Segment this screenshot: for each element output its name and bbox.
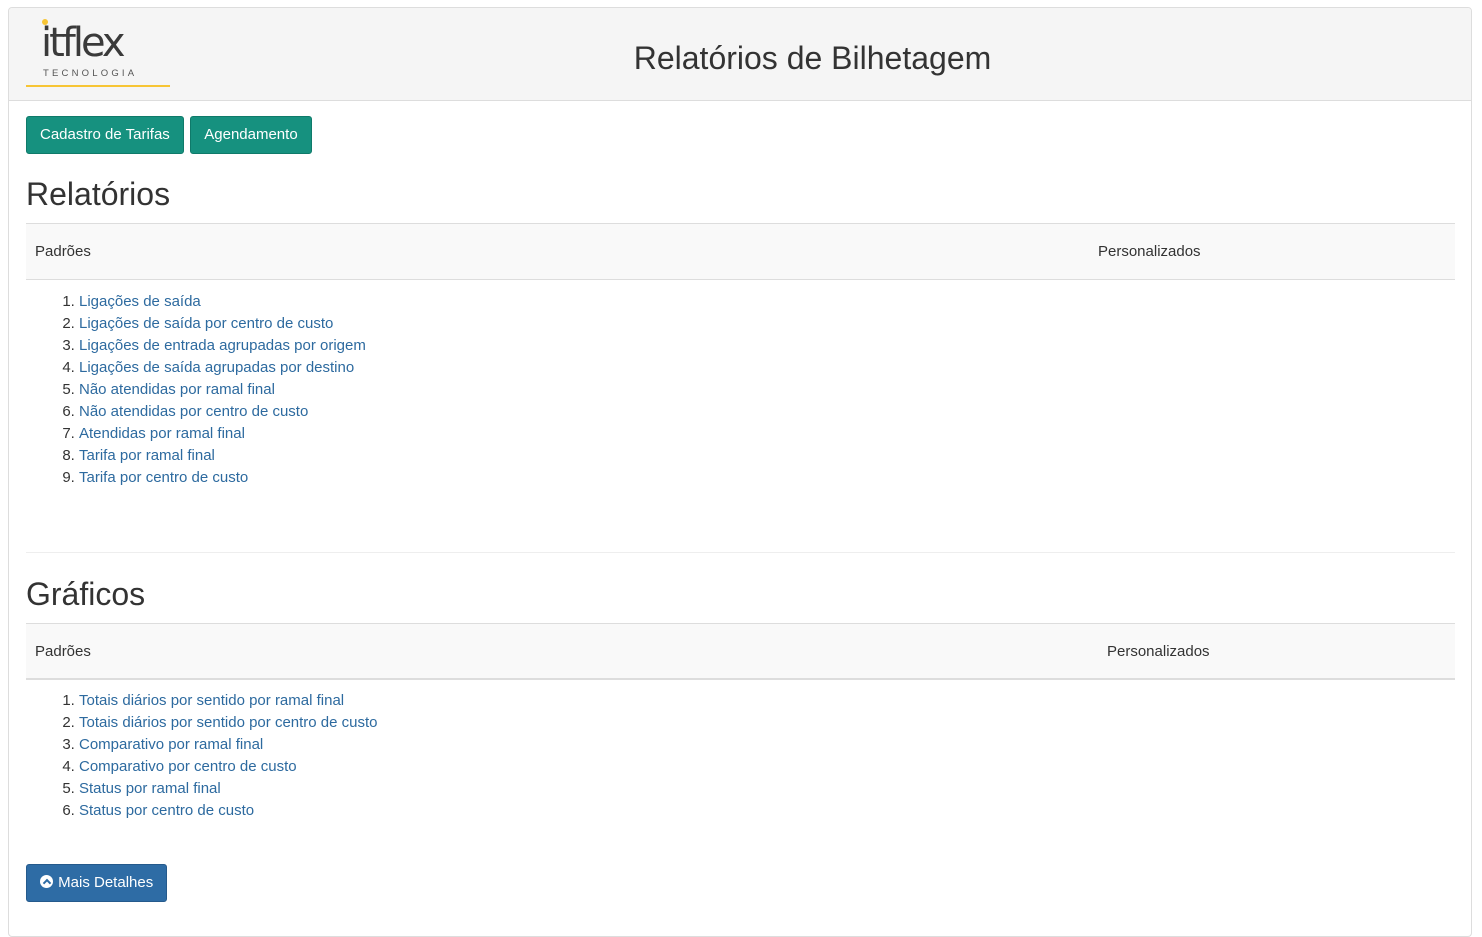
relatorios-col-personalizados: Personalizados xyxy=(1098,243,1201,260)
relatorios-link[interactable]: Não atendidas por ramal final xyxy=(79,381,275,398)
graficos-col-personalizados: Personalizados xyxy=(1107,643,1210,660)
relatorios-link[interactable]: Ligações de entrada agrupadas por origem xyxy=(79,337,366,354)
list-item: Ligações de saída por centro de custo xyxy=(79,313,366,335)
mais-detalhes-button[interactable]: Mais Detalhes xyxy=(26,864,168,902)
relatorios-table-header: Padrões Personalizados xyxy=(26,223,1455,280)
relatorios-link[interactable]: Tarifa por centro de custo xyxy=(79,469,248,486)
section-divider xyxy=(26,552,1455,553)
list-item: Ligações de saída xyxy=(79,291,366,313)
graficos-link[interactable]: Status por ramal final xyxy=(79,780,221,797)
chevron-circle-up-icon xyxy=(40,875,53,888)
graficos-link[interactable]: Comparativo por centro de custo xyxy=(79,758,297,775)
list-item: Não atendidas por centro de custo xyxy=(79,401,366,423)
graficos-link[interactable]: Status por centro de custo xyxy=(79,802,254,819)
panel-header: itflex TECNOLOGIA Relatórios de Bilhetag… xyxy=(9,8,1471,101)
list-item: Ligações de entrada agrupadas por origem xyxy=(79,335,366,357)
page-title: Relatórios de Bilhetagem xyxy=(633,40,992,76)
graficos-col-padroes: Padrões xyxy=(35,643,91,660)
list-item: Comparativo por ramal final xyxy=(79,734,378,756)
list-item: Atendidas por ramal final xyxy=(79,423,366,445)
list-item: Comparativo por centro de custo xyxy=(79,756,378,778)
list-item: Status por ramal final xyxy=(79,778,378,800)
list-item: Ligações de saída agrupadas por destino xyxy=(79,357,366,379)
graficos-list: Totais diários por sentido por ramal fin… xyxy=(26,690,378,822)
relatorios-link[interactable]: Ligações de saída por centro de custo xyxy=(79,315,333,332)
toolbar: Cadastro de Tarifas Agendamento xyxy=(26,116,314,154)
agendamento-button[interactable]: Agendamento xyxy=(190,116,312,154)
list-item: Totais diários por sentido por centro de… xyxy=(79,712,378,734)
relatorios-link[interactable]: Atendidas por ramal final xyxy=(79,425,245,442)
relatorios-title: Relatórios xyxy=(26,176,171,212)
relatorios-list: Ligações de saída Ligações de saída por c… xyxy=(26,291,366,489)
list-item: Status por centro de custo xyxy=(79,800,378,822)
relatorios-link[interactable]: Ligações de saída agrupadas por destino xyxy=(79,359,354,376)
list-item: Totais diários por sentido por ramal fin… xyxy=(79,690,378,712)
graficos-title: Gráficos xyxy=(26,576,146,612)
graficos-link[interactable]: Totais diários por sentido por centro de… xyxy=(79,714,378,731)
cadastro-tarifas-button[interactable]: Cadastro de Tarifas xyxy=(26,116,184,154)
mais-detalhes-label: Mais Detalhes xyxy=(58,874,154,891)
relatorios-link[interactable]: Tarifa por ramal final xyxy=(79,447,215,464)
graficos-table-header: Padrões Personalizados xyxy=(26,623,1455,680)
relatorios-link[interactable]: Ligações de saída xyxy=(79,293,201,310)
list-item: Não atendidas por ramal final xyxy=(79,379,366,401)
list-item: Tarifa por centro de custo xyxy=(79,467,366,489)
graficos-link[interactable]: Totais diários por sentido por ramal fin… xyxy=(79,692,344,709)
graficos-link[interactable]: Comparativo por ramal final xyxy=(79,736,263,753)
list-item: Tarifa por ramal final xyxy=(79,445,366,467)
relatorios-col-padroes: Padrões xyxy=(35,243,91,260)
main-panel: itflex TECNOLOGIA Relatórios de Bilhetag… xyxy=(8,7,1472,937)
relatorios-link[interactable]: Não atendidas por centro de custo xyxy=(79,403,308,420)
